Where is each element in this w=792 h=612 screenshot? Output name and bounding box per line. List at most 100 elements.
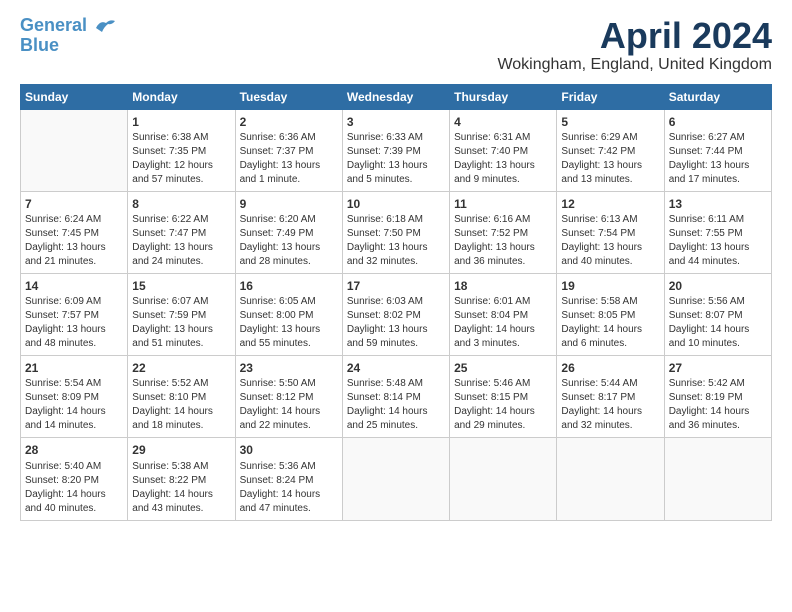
day-cell: 3Sunrise: 6:33 AMSunset: 7:39 PMDaylight… xyxy=(342,109,449,191)
day-info: Sunrise: 6:38 AMSunset: 7:35 PMDaylight:… xyxy=(132,131,230,187)
week-row-4: 21Sunrise: 5:54 AMSunset: 8:09 PMDayligh… xyxy=(21,356,772,438)
day-number: 16 xyxy=(240,278,338,294)
day-cell: 5Sunrise: 6:29 AMSunset: 7:42 PMDaylight… xyxy=(557,109,664,191)
day-cell: 18Sunrise: 6:01 AMSunset: 8:04 PMDayligh… xyxy=(450,273,557,355)
day-cell: 27Sunrise: 5:42 AMSunset: 8:19 PMDayligh… xyxy=(664,356,771,438)
day-cell xyxy=(557,438,664,520)
calendar-table: SundayMondayTuesdayWednesdayThursdayFrid… xyxy=(20,84,772,521)
day-info: Sunrise: 5:42 AMSunset: 8:19 PMDaylight:… xyxy=(669,377,767,433)
day-info: Sunrise: 6:36 AMSunset: 7:37 PMDaylight:… xyxy=(240,131,338,187)
day-cell: 7Sunrise: 6:24 AMSunset: 7:45 PMDaylight… xyxy=(21,191,128,273)
day-info: Sunrise: 6:07 AMSunset: 7:59 PMDaylight:… xyxy=(132,295,230,351)
day-number: 26 xyxy=(561,360,659,376)
day-number: 9 xyxy=(240,196,338,212)
day-info: Sunrise: 5:38 AMSunset: 8:22 PMDaylight:… xyxy=(132,460,230,516)
day-cell: 9Sunrise: 6:20 AMSunset: 7:49 PMDaylight… xyxy=(235,191,342,273)
day-number: 3 xyxy=(347,114,445,130)
day-info: Sunrise: 6:27 AMSunset: 7:44 PMDaylight:… xyxy=(669,131,767,187)
day-number: 5 xyxy=(561,114,659,130)
day-cell: 17Sunrise: 6:03 AMSunset: 8:02 PMDayligh… xyxy=(342,273,449,355)
weekday-header-tuesday: Tuesday xyxy=(235,84,342,109)
day-number: 24 xyxy=(347,360,445,376)
day-number: 11 xyxy=(454,196,552,212)
day-info: Sunrise: 6:31 AMSunset: 7:40 PMDaylight:… xyxy=(454,131,552,187)
day-number: 8 xyxy=(132,196,230,212)
day-cell: 30 Sunrise: 5:36 AMSunset: 8:24 PMDayligh… xyxy=(235,438,342,520)
day-info: Sunrise: 5:54 AMSunset: 8:09 PMDaylight:… xyxy=(25,377,123,433)
day-cell: 20Sunrise: 5:56 AMSunset: 8:07 PMDayligh… xyxy=(664,273,771,355)
day-info: Sunrise: 6:01 AMSunset: 8:04 PMDaylight:… xyxy=(454,295,552,351)
day-number: 17 xyxy=(347,278,445,294)
logo-line1: General xyxy=(20,15,87,35)
day-info: Sunrise: 6:33 AMSunset: 7:39 PMDaylight:… xyxy=(347,131,445,187)
day-cell: 21Sunrise: 5:54 AMSunset: 8:09 PMDayligh… xyxy=(21,356,128,438)
day-cell: 14Sunrise: 6:09 AMSunset: 7:57 PMDayligh… xyxy=(21,273,128,355)
day-number: 25 xyxy=(454,360,552,376)
day-number: 30 xyxy=(240,442,338,458)
day-info: Sunrise: 6:11 AMSunset: 7:55 PMDaylight:… xyxy=(669,213,767,269)
day-cell: 28Sunrise: 5:40 AMSunset: 8:20 PMDayligh… xyxy=(21,438,128,520)
week-row-3: 14Sunrise: 6:09 AMSunset: 7:57 PMDayligh… xyxy=(21,273,772,355)
day-info: Sunrise: 5:48 AMSunset: 8:14 PMDaylight:… xyxy=(347,377,445,433)
day-cell: 15Sunrise: 6:07 AMSunset: 7:59 PMDayligh… xyxy=(128,273,235,355)
day-number: 20 xyxy=(669,278,767,294)
day-cell: 11Sunrise: 6:16 AMSunset: 7:52 PMDayligh… xyxy=(450,191,557,273)
day-info: Sunrise: 5:50 AMSunset: 8:12 PMDaylight:… xyxy=(240,377,338,433)
day-info: Sunrise: 6:16 AMSunset: 7:52 PMDaylight:… xyxy=(454,213,552,269)
day-info: Sunrise: 6:29 AMSunset: 7:42 PMDaylight:… xyxy=(561,131,659,187)
day-info: Sunrise: 5:52 AMSunset: 8:10 PMDaylight:… xyxy=(132,377,230,433)
day-cell: 24Sunrise: 5:48 AMSunset: 8:14 PMDayligh… xyxy=(342,356,449,438)
day-info: Sunrise: 6:22 AMSunset: 7:47 PMDaylight:… xyxy=(132,213,230,269)
day-info: Sunrise: 6:20 AMSunset: 7:49 PMDaylight:… xyxy=(240,213,338,269)
bird-icon xyxy=(94,18,116,34)
day-cell xyxy=(664,438,771,520)
weekday-header-sunday: Sunday xyxy=(21,84,128,109)
day-number: 7 xyxy=(25,196,123,212)
week-row-5: 28Sunrise: 5:40 AMSunset: 8:20 PMDayligh… xyxy=(21,438,772,520)
weekday-header-saturday: Saturday xyxy=(664,84,771,109)
page: General Blue April 2024 Wokingham, Engla… xyxy=(0,0,792,612)
day-cell: 1Sunrise: 6:38 AMSunset: 7:35 PMDaylight… xyxy=(128,109,235,191)
day-cell: 19Sunrise: 5:58 AMSunset: 8:05 PMDayligh… xyxy=(557,273,664,355)
month-title: April 2024 xyxy=(497,16,772,56)
day-info: Sunrise: 6:18 AMSunset: 7:50 PMDaylight:… xyxy=(347,213,445,269)
day-cell: 10Sunrise: 6:18 AMSunset: 7:50 PMDayligh… xyxy=(342,191,449,273)
day-number: 29 xyxy=(132,442,230,458)
day-number: 6 xyxy=(669,114,767,130)
day-number: 13 xyxy=(669,196,767,212)
day-info: Sunrise: 6:05 AMSunset: 8:00 PMDaylight:… xyxy=(240,295,338,351)
day-number: 21 xyxy=(25,360,123,376)
weekday-header-wednesday: Wednesday xyxy=(342,84,449,109)
day-number: 18 xyxy=(454,278,552,294)
weekday-header-row: SundayMondayTuesdayWednesdayThursdayFrid… xyxy=(21,84,772,109)
week-row-2: 7Sunrise: 6:24 AMSunset: 7:45 PMDaylight… xyxy=(21,191,772,273)
day-cell xyxy=(342,438,449,520)
day-number: 27 xyxy=(669,360,767,376)
day-number: 2 xyxy=(240,114,338,130)
weekday-header-monday: Monday xyxy=(128,84,235,109)
day-number: 22 xyxy=(132,360,230,376)
day-cell: 2Sunrise: 6:36 AMSunset: 7:37 PMDaylight… xyxy=(235,109,342,191)
day-cell: 6Sunrise: 6:27 AMSunset: 7:44 PMDaylight… xyxy=(664,109,771,191)
day-cell: 16Sunrise: 6:05 AMSunset: 8:00 PMDayligh… xyxy=(235,273,342,355)
day-cell: 22Sunrise: 5:52 AMSunset: 8:10 PMDayligh… xyxy=(128,356,235,438)
day-info: Sunrise: 6:24 AMSunset: 7:45 PMDaylight:… xyxy=(25,213,123,269)
day-info: Sunrise: 5:46 AMSunset: 8:15 PMDaylight:… xyxy=(454,377,552,433)
day-cell xyxy=(450,438,557,520)
day-info: Sunrise: 5:56 AMSunset: 8:07 PMDaylight:… xyxy=(669,295,767,351)
day-number: 23 xyxy=(240,360,338,376)
day-info: Sunrise: 5:36 AMSunset: 8:24 PMDaylight:… xyxy=(240,460,338,516)
day-cell: 4Sunrise: 6:31 AMSunset: 7:40 PMDaylight… xyxy=(450,109,557,191)
location-title: Wokingham, England, United Kingdom xyxy=(497,56,772,74)
day-info: Sunrise: 6:03 AMSunset: 8:02 PMDaylight:… xyxy=(347,295,445,351)
day-number: 1 xyxy=(132,114,230,130)
logo-line2: Blue xyxy=(20,36,59,56)
day-cell: 13Sunrise: 6:11 AMSunset: 7:55 PMDayligh… xyxy=(664,191,771,273)
day-number: 4 xyxy=(454,114,552,130)
day-info: Sunrise: 6:13 AMSunset: 7:54 PMDaylight:… xyxy=(561,213,659,269)
day-cell: 29 Sunrise: 5:38 AMSunset: 8:22 PMDayligh… xyxy=(128,438,235,520)
day-number: 15 xyxy=(132,278,230,294)
day-cell: 8Sunrise: 6:22 AMSunset: 7:47 PMDaylight… xyxy=(128,191,235,273)
day-info: Sunrise: 5:58 AMSunset: 8:05 PMDaylight:… xyxy=(561,295,659,351)
day-info: Sunrise: 5:40 AMSunset: 8:20 PMDaylight:… xyxy=(25,460,123,516)
